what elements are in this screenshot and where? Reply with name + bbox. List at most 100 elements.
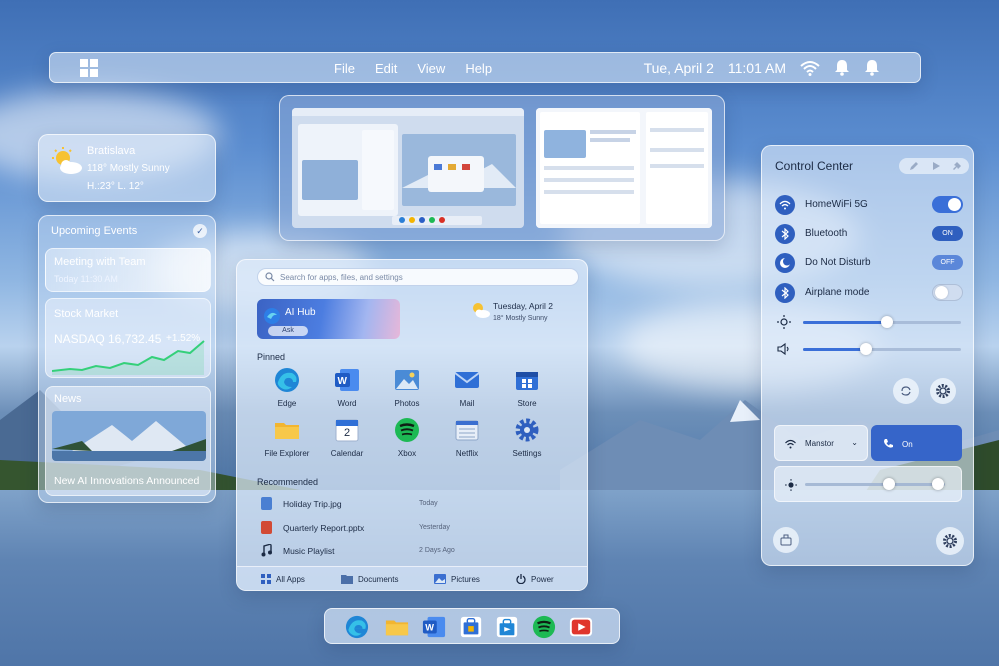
wifi-network-tile[interactable]: Manstor ⌄ (774, 425, 868, 461)
app-label: Settings (512, 449, 542, 458)
airplane-label: Airplane mode (805, 287, 870, 298)
menu-file[interactable]: File (334, 61, 355, 76)
app-photos[interactable]: Photos (377, 367, 437, 408)
start-search-input[interactable]: Search for apps, files, and settings (257, 268, 579, 286)
meeting-card[interactable]: Meeting with Team Today 11:30 AM (45, 248, 211, 292)
app-store[interactable]: Store (497, 367, 557, 408)
bluetooth-toggle[interactable]: ON (932, 226, 963, 241)
stock-card[interactable]: Stock Market NASDAQ 16,732.45 +1.52% (45, 298, 211, 378)
brightness-tile (774, 466, 962, 502)
documents-button[interactable]: Documents (341, 574, 398, 584)
search-icon (265, 272, 275, 282)
store-icon[interactable] (459, 615, 483, 639)
start-menu: Search for apps, files, and settings AI … (236, 259, 588, 591)
window-thumbnail-desktop[interactable] (292, 108, 524, 228)
windows-logo-icon[interactable] (80, 59, 98, 77)
bell-icon[interactable] (834, 59, 850, 76)
dnd-row[interactable]: Do Not Disturb OFF (775, 253, 963, 273)
news-title: News (54, 393, 82, 405)
brightness-slider[interactable] (775, 315, 963, 329)
device-button[interactable] (773, 527, 799, 553)
app-word[interactable]: W Word (317, 367, 377, 408)
gear-icon (936, 384, 950, 398)
store-bag-icon[interactable] (495, 615, 519, 639)
volume-slider[interactable] (775, 342, 963, 356)
all-apps-button[interactable]: All Apps (261, 574, 305, 584)
menu-view[interactable]: View (417, 61, 445, 76)
window-thumbnail-app[interactable] (536, 108, 712, 228)
edge-icon[interactable] (345, 615, 369, 639)
app-edge[interactable]: Edge (257, 367, 317, 408)
chevron-down-icon[interactable]: ⌄ (851, 438, 858, 447)
ai-hub-card[interactable]: AI Hub Ask (257, 299, 400, 339)
settings-gear-button[interactable] (930, 378, 956, 404)
airplane-icon (775, 283, 795, 303)
image-file-icon (261, 497, 272, 510)
folder-icon[interactable] (385, 615, 409, 639)
phone-icon (884, 439, 893, 448)
app-label: Photos (394, 399, 420, 408)
bluetooth-row[interactable]: Bluetooth ON (775, 224, 963, 244)
dnd-toggle[interactable]: OFF (932, 255, 963, 270)
power-button[interactable]: Power (516, 574, 554, 584)
airplane-toggle[interactable] (932, 284, 963, 301)
upcoming-events-panel: Upcoming Events ✓ Meeting with Team Toda… (38, 215, 216, 503)
news-card[interactable]: News New AI Innovations Announced (45, 386, 211, 496)
wifi-toggle[interactable] (932, 196, 963, 213)
edit-icon[interactable] (909, 161, 919, 171)
notification-icon[interactable] (864, 59, 880, 76)
app-calendar[interactable]: 2 Calendar (317, 417, 377, 458)
date-text[interactable]: Tue, April 2 (644, 60, 714, 76)
start-weather-condition: 18° Mostly Sunny (493, 315, 548, 322)
app-mail[interactable]: Mail (437, 367, 497, 408)
menu-help[interactable]: Help (465, 61, 492, 76)
app-label: Calendar (330, 449, 364, 458)
pictures-button[interactable]: Pictures (434, 574, 480, 584)
word-icon[interactable]: W (422, 615, 446, 639)
play-icon[interactable] (931, 161, 941, 171)
slider-knob[interactable] (860, 343, 873, 355)
app-settings[interactable]: Settings (497, 417, 557, 458)
youtube-icon[interactable] (569, 615, 593, 639)
recommended-item[interactable]: Music Playlist 2 Days Ago (261, 543, 561, 559)
recommended-item[interactable]: Holiday Trip.jpg Today (261, 496, 561, 512)
app-file-explorer[interactable]: File Explorer (257, 417, 317, 458)
partly-sunny-icon (473, 303, 490, 318)
spotify-icon[interactable] (532, 615, 556, 639)
slider-knob[interactable] (880, 316, 893, 328)
bluetooth-label: Bluetooth (805, 228, 848, 239)
recommended-time: Today (419, 500, 438, 507)
check-icon[interactable]: ✓ (193, 224, 207, 238)
app-xbox[interactable]: Xbox (377, 417, 437, 458)
edge-icon (274, 367, 300, 393)
wifi-icon[interactable] (800, 60, 820, 76)
volume-icon (777, 342, 789, 356)
call-tile[interactable]: On (871, 425, 962, 461)
settings-icon (514, 417, 540, 443)
time-text[interactable]: 11:01 AM (728, 60, 786, 76)
recommended-item[interactable]: Quarterly Report.pptx Yesterday (261, 520, 561, 536)
recommended-name: Quarterly Report.pptx (283, 523, 365, 533)
settings-button[interactable] (936, 527, 964, 555)
tile-slider-knob[interactable] (932, 478, 944, 490)
app-netflix[interactable]: Netflix (437, 417, 497, 458)
start-weather: Tuesday, April 2 18° Mostly Sunny (469, 301, 553, 324)
recommended-time: Yesterday (419, 524, 450, 531)
meeting-time: Today 11:30 AM (54, 274, 118, 284)
wifi-row[interactable]: HomeWiFi 5G (775, 195, 963, 215)
airplane-row[interactable]: Airplane mode (775, 283, 963, 303)
word-icon: W (334, 367, 360, 393)
menu-bar: File Edit View Help (334, 61, 492, 76)
gear-icon (943, 534, 957, 548)
tile-slider-knob[interactable] (883, 478, 895, 490)
refresh-button[interactable] (893, 378, 919, 404)
ai-hub-logo-icon (264, 308, 280, 324)
ai-hub-ask-button[interactable]: Ask (268, 326, 308, 336)
recommended-name: Holiday Trip.jpg (283, 499, 342, 509)
weather-widget[interactable]: Bratislava 118° Mostly Sunny H.:23° L. 1… (38, 134, 216, 202)
call-state: On (902, 440, 913, 449)
taskbar: W (324, 608, 620, 644)
menu-edit[interactable]: Edit (375, 61, 397, 76)
news-image (52, 411, 206, 461)
pin-icon[interactable] (952, 161, 962, 171)
